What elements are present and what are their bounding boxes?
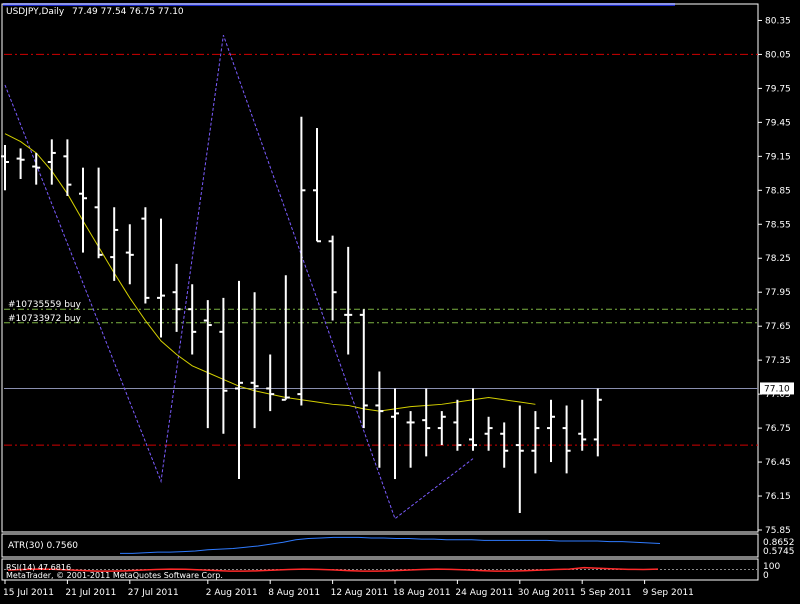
price-tick-label: 77.35 — [765, 356, 791, 366]
date-tick-label: 18 Aug 2011 — [393, 588, 451, 598]
atr-tick-low: 0.5745 — [763, 547, 795, 557]
date-tick-label: 2 Aug 2011 — [206, 588, 258, 598]
date-tick-label: 21 Jul 2011 — [65, 588, 116, 598]
date-tick-label: 27 Jul 2011 — [128, 588, 179, 598]
chart-background — [0, 0, 800, 600]
current-price-label: 77.10 — [764, 384, 790, 394]
price-tick-label: 77.65 — [765, 322, 791, 332]
order-label: #10735559 buy — [8, 300, 82, 310]
date-tick-label: 15 Jul 2011 — [3, 588, 54, 598]
date-tick-label: 5 Sep 2011 — [580, 588, 631, 598]
price-tick-label: 78.25 — [765, 254, 791, 264]
date-tick-label: 30 Aug 2011 — [518, 588, 576, 598]
trading-chart-window[interactable]: #10735559 buy #10733972 buy 80.35 80.05 79.… — [0, 0, 800, 600]
price-tick-label: 80.35 — [765, 16, 791, 26]
copyright-label: MetaTrader, © 2001-2011 MetaQuotes Softw… — [6, 571, 223, 580]
price-tick-label: 75.85 — [765, 526, 791, 536]
price-tick-label: 77.95 — [765, 288, 791, 298]
chart-canvas[interactable]: #10735559 buy #10733972 buy 80.35 80.05 79.… — [0, 0, 800, 600]
ohlc-values-label: 77.49 77.54 76.75 77.10 — [72, 7, 184, 17]
atr-label: ATR(30) 0.7560 — [8, 541, 78, 551]
price-tick-label: 79.75 — [765, 84, 791, 94]
date-tick-label: 24 Aug 2011 — [455, 588, 513, 598]
price-tick-label: 78.85 — [765, 186, 791, 196]
rsi-tick-low: 0 — [763, 571, 769, 581]
price-tick-label: 76.75 — [765, 424, 791, 434]
price-tick-label: 76.15 — [765, 492, 791, 502]
price-tick-label: 79.15 — [765, 152, 791, 162]
price-tick-label: 78.55 — [765, 220, 791, 230]
price-tick-label: 80.05 — [765, 50, 791, 60]
date-tick-label: 12 Aug 2011 — [331, 588, 389, 598]
date-tick-label: 8 Aug 2011 — [268, 588, 320, 598]
order-label: #10733972 buy — [8, 314, 82, 324]
price-tick-label: 76.45 — [765, 458, 791, 468]
price-tick-label: 79.45 — [765, 118, 791, 128]
date-tick-label: 9 Sep 2011 — [643, 588, 694, 598]
symbol-timeframe-label: USDJPY,Daily — [6, 7, 65, 17]
